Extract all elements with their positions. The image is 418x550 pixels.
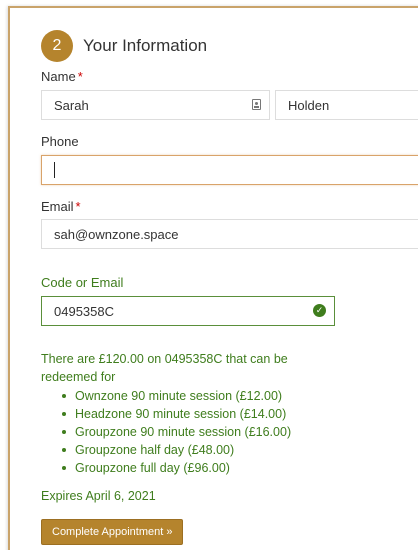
code-value: 0495358C	[54, 303, 114, 319]
last-name-input[interactable]: Holden	[275, 90, 418, 120]
check-circle-icon: ✓	[313, 304, 326, 317]
phone-label: Phone	[41, 134, 79, 149]
name-label: Name *	[41, 69, 83, 84]
complete-appointment-button[interactable]: Complete Appointment »	[41, 519, 184, 545]
option-text: Groupzone 90 minute session (£16.00)	[75, 425, 292, 439]
text-caret	[54, 162, 55, 178]
step-title: Your Information	[83, 36, 208, 55]
option-text: Groupzone half day (£48.00)	[75, 443, 235, 457]
first-name-input[interactable]: Sarah	[41, 90, 270, 120]
step-number-badge: 2	[41, 30, 73, 62]
bullet-icon	[62, 430, 66, 434]
last-name-value: Holden	[288, 97, 330, 113]
option-text: Ownzone 90 minute session (£12.00)	[75, 389, 283, 403]
bullet-icon	[62, 448, 66, 452]
email-required-mark: *	[75, 199, 81, 214]
list-item: Groupzone half day (£48.00)	[62, 441, 291, 459]
redeem-options-list: Ownzone 90 minute session (£12.00) Headz…	[62, 387, 291, 477]
bullet-icon	[62, 412, 66, 416]
bullet-icon	[62, 466, 66, 470]
redeem-message: There are £120.00 on 0495358C that can b…	[41, 352, 288, 384]
name-label-text: Name	[41, 69, 76, 84]
email-input[interactable]: sah@ownzone.space	[41, 219, 418, 249]
name-required-mark: *	[77, 69, 83, 84]
email-value: sah@ownzone.space	[54, 226, 179, 242]
code-input[interactable]: 0495358C ✓	[41, 296, 335, 326]
option-text: Groupzone full day (£96.00)	[75, 461, 230, 475]
email-label-text: Email	[41, 199, 74, 214]
bullet-icon	[62, 394, 66, 398]
phone-input[interactable]	[41, 155, 418, 185]
list-item: Ownzone 90 minute session (£12.00)	[62, 387, 291, 405]
code-label: Code or Email	[41, 275, 124, 290]
option-text: Headzone 90 minute session (£14.00)	[75, 407, 287, 421]
first-name-value: Sarah	[54, 97, 89, 113]
expiry-date: Expires April 6, 2021	[41, 489, 156, 503]
list-item: Groupzone full day (£96.00)	[62, 459, 291, 477]
step-header: 2 Your Information	[41, 30, 207, 62]
list-item: Headzone 90 minute session (£14.00)	[62, 405, 291, 423]
contact-card-icon[interactable]	[252, 99, 261, 110]
email-label: Email *	[41, 199, 81, 214]
list-item: Groupzone 90 minute session (£16.00)	[62, 423, 291, 441]
